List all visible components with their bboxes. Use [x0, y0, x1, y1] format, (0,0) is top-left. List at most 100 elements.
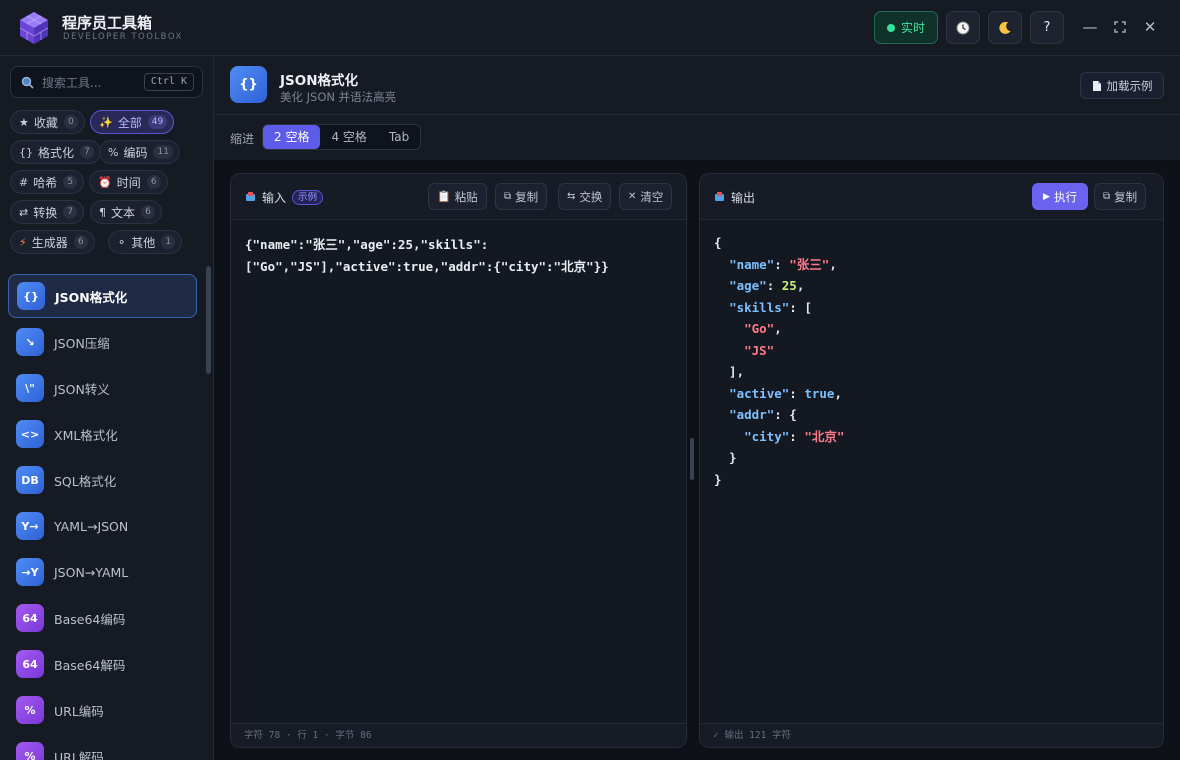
tool-item-yaml-to-json[interactable]: Y→ YAML→JSON [8, 504, 197, 548]
swap-arrows-icon: ⇄ [19, 205, 29, 219]
output-token: , [796, 278, 805, 293]
close-button[interactable]: ✕ [1140, 17, 1160, 37]
search-placeholder: 搜索工具... [42, 75, 102, 90]
pilcrow-icon: ¶ [99, 205, 106, 219]
lightning-icon: ⚡ [19, 235, 27, 249]
copy-output-button[interactable]: ⧉ 复制 [1094, 183, 1147, 210]
tool-item-xml-format[interactable]: <> XML格式化 [8, 412, 197, 456]
category-label: 生成器 [31, 235, 68, 250]
output-token: "Go" [744, 321, 775, 336]
output-token: , [774, 321, 782, 336]
copy-icon: ⧉ [1103, 191, 1111, 202]
category-chip-convert[interactable]: ⇄ 转换 7 [10, 200, 85, 224]
category-chip-time[interactable]: ⏰ 时间 6 [89, 170, 168, 194]
output-token [714, 343, 744, 358]
json-input-editor[interactable]: {"name":"张三","age":25,"skills": ["Go","JS… [245, 234, 609, 277]
live-status-icon [886, 23, 895, 32]
theme-toggle-button[interactable] [988, 11, 1022, 44]
category-chip-text[interactable]: ¶ 文本 6 [90, 200, 163, 224]
search-icon [21, 76, 34, 89]
tool-item-sql-format[interactable]: DB SQL格式化 [8, 458, 197, 502]
copy-label: 复制 [1114, 189, 1138, 204]
copy-input-button[interactable]: ⧉ 复制 [495, 183, 548, 210]
base64-icon: 64 [16, 650, 44, 678]
category-count: 11 [153, 145, 173, 159]
input-line: {"name":"张三","age":25,"skills": [245, 237, 489, 252]
history-button[interactable] [946, 11, 980, 44]
output-line: { [714, 232, 844, 254]
output-panel: 输出 ▶ 执行 ⧉ 复制 { "name": "张三", "age": 25, … [699, 173, 1164, 748]
live-label: 实时 [900, 21, 925, 35]
sparkles-icon: ✨ [99, 115, 113, 129]
output-line: "city": "北京" [714, 426, 844, 448]
tool-item-url-decode[interactable]: % URL解码 [8, 734, 197, 760]
input-panel: 输入 示例 📋 粘贴 ⧉ 复制 ⇆ 交换 ✕ 清空 {"name":"张三","… [230, 173, 687, 748]
output-token: "skills" [729, 299, 790, 315]
maximize-icon [1114, 21, 1126, 33]
tool-item-json-to-yaml[interactable]: →Y JSON→YAML [8, 550, 197, 594]
tool-label: JSON→YAML [54, 564, 129, 580]
tool-item-json-minify[interactable]: ↘ JSON压缩 [8, 320, 197, 364]
output-title: 输出 [714, 189, 755, 206]
paste-button[interactable]: 📋 粘贴 [428, 183, 487, 210]
base64-icon: 64 [16, 604, 44, 632]
tool-description: 美化 JSON 并语法高亮 [280, 90, 397, 104]
braces-icon: {} [17, 282, 45, 310]
category-count: 1 [161, 235, 176, 249]
live-toggle-button[interactable]: 实时 [874, 11, 938, 44]
tool-item-json-escape[interactable]: \" JSON转义 [8, 366, 197, 410]
swap-button[interactable]: ⇆ 交换 [558, 183, 612, 210]
category-chip-favorites[interactable]: ★ 收藏 0 [10, 110, 85, 134]
swap-label: 交换 [579, 189, 603, 204]
star-icon: ★ [19, 115, 29, 129]
app-title: 程序员工具箱 [62, 14, 153, 32]
help-button[interactable]: ? [1030, 11, 1064, 44]
category-count: 6 [141, 205, 156, 219]
input-title: 输入 示例 [245, 189, 324, 206]
category-count: 7 [80, 145, 95, 159]
tool-label: URL编码 [54, 703, 104, 719]
output-token [714, 257, 729, 272]
angle-brackets-icon: <> [16, 420, 44, 448]
indent-label: 缩进 [230, 132, 255, 146]
title-bar: 程序员工具箱 DEVELOPER TOOLBOX 实时 ? — ✕ [0, 0, 1180, 56]
output-token: "age" [729, 278, 767, 293]
run-button[interactable]: ▶ 执行 [1032, 183, 1088, 210]
output-line: "skills": [ [714, 297, 844, 319]
close-icon: ✕ [1143, 18, 1157, 36]
minimize-button[interactable]: — [1080, 17, 1100, 37]
tool-item-base64-encode[interactable]: 64 Base64编码 [8, 596, 197, 640]
output-line: ], [714, 361, 844, 383]
category-chip-all[interactable]: ✨ 全部 49 [90, 110, 175, 134]
search-input[interactable]: 搜索工具... Ctrl K [10, 66, 203, 98]
hash-icon: # [19, 175, 29, 189]
tool-label: JSON转义 [54, 381, 110, 397]
maximize-button[interactable] [1110, 17, 1130, 37]
indent-option-4-spaces[interactable]: 4 空格 [320, 125, 377, 149]
output-token: } [714, 450, 737, 465]
panel-resize-handle[interactable] [690, 438, 694, 480]
tool-item-json-format[interactable]: {} JSON格式化 [8, 274, 197, 318]
clear-button[interactable]: ✕ 清空 [619, 183, 673, 210]
indent-option-tab[interactable]: Tab [378, 125, 420, 149]
indent-option-2-spaces[interactable]: 2 空格 [263, 125, 321, 149]
load-example-button[interactable]: 加载示例 [1080, 72, 1164, 99]
tool-label: XML格式化 [54, 427, 118, 443]
output-line: "name": "张三", [714, 254, 844, 276]
category-label: 编码 [123, 145, 148, 160]
percent-icon: % [16, 696, 44, 724]
tool-item-url-encode[interactable]: % URL编码 [8, 688, 197, 732]
category-chip-encode[interactable]: % 编码 11 [99, 140, 180, 164]
percent-icon: % [108, 145, 119, 159]
category-chip-format[interactable]: {} 格式化 7 [10, 140, 102, 164]
json-output-viewer[interactable]: { "name": "张三", "age": 25, "skills": [ "… [714, 232, 844, 490]
category-label: 全部 [117, 115, 142, 130]
category-chip-hash[interactable]: # 哈希 5 [10, 170, 85, 194]
sidebar-scrollbar[interactable] [206, 266, 211, 374]
input-line: ["Go","JS"],"active":true,"addr":{"city"… [245, 258, 609, 274]
category-count: 6 [146, 175, 161, 189]
category-chip-generator[interactable]: ⚡ 生成器 6 [10, 230, 95, 254]
category-chip-other[interactable]: ⚬ 其他 1 [108, 230, 183, 254]
tool-item-base64-decode[interactable]: 64 Base64解码 [8, 642, 197, 686]
output-stats: ✓ 输出 121 字符 [700, 723, 1163, 747]
